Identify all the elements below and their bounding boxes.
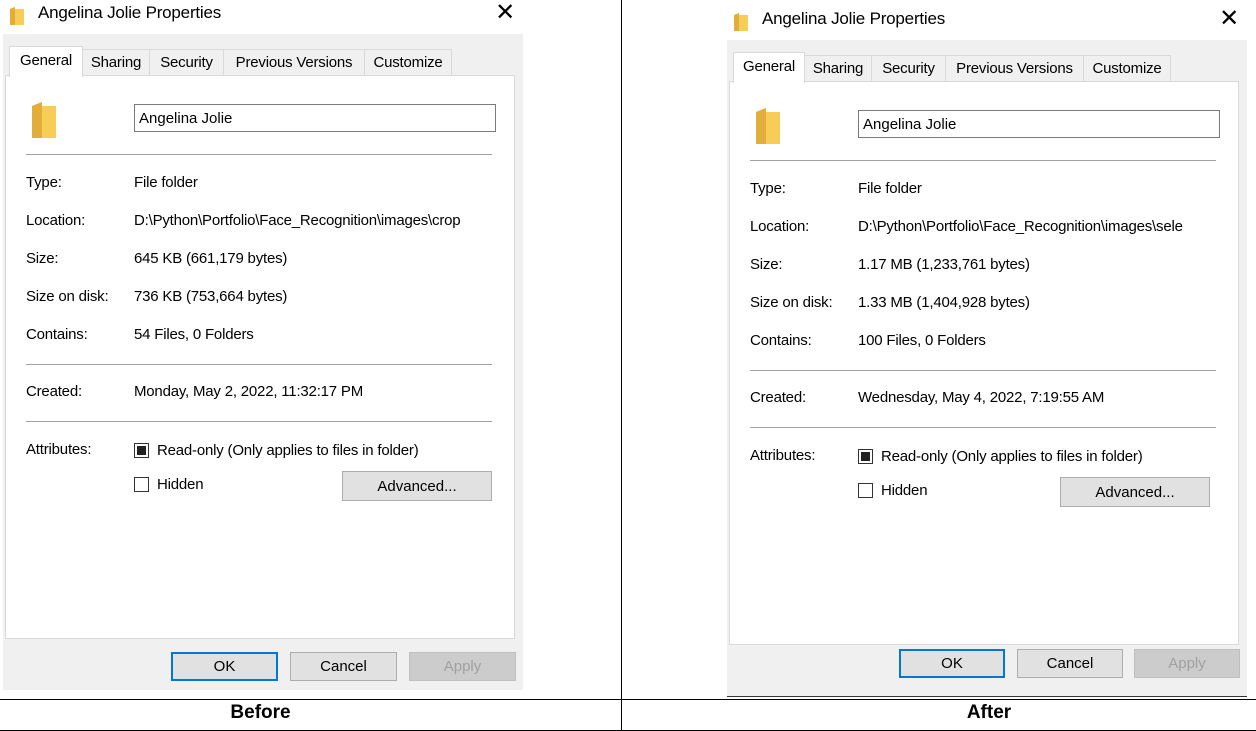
location-label: Location: <box>26 212 86 229</box>
properties-dialog-before: Angelina Jolie Properties ✕ General Shar… <box>3 0 523 690</box>
apply-button[interactable]: Apply <box>1134 649 1240 678</box>
contains-value: 54 Files, 0 Folders <box>134 326 254 343</box>
separator <box>750 160 1216 161</box>
title-bar: Angelina Jolie Properties ✕ <box>3 0 523 34</box>
contains-value: 100 Files, 0 Folders <box>858 332 986 349</box>
location-label: Location: <box>750 218 810 235</box>
dialog-title: Angelina Jolie Properties <box>762 9 946 28</box>
folder-name-input[interactable] <box>858 110 1220 138</box>
size-on-disk-label: Size on disk: <box>26 288 109 305</box>
close-icon[interactable]: ✕ <box>495 0 515 26</box>
cancel-button[interactable]: Cancel <box>1017 649 1123 678</box>
close-icon[interactable]: ✕ <box>1219 6 1239 32</box>
created-label: Created: <box>26 383 82 400</box>
size-label: Size: <box>750 256 783 273</box>
size-value: 1.17 MB (1,233,761 bytes) <box>858 256 1030 273</box>
attributes-label: Attributes: <box>26 441 92 458</box>
readonly-label[interactable]: Read-only (Only applies to files in fold… <box>157 442 419 459</box>
separator <box>750 427 1216 428</box>
general-panel: Type: File folder Location: D:\Python\Po… <box>5 75 515 639</box>
created-value: Wednesday, May 4, 2022, 7:19:55 AM <box>858 389 1105 406</box>
separator <box>750 370 1216 371</box>
tab-sharing[interactable]: Sharing <box>82 49 150 76</box>
contains-label: Contains: <box>750 332 812 349</box>
hidden-label[interactable]: Hidden <box>881 482 928 499</box>
tab-previous-versions[interactable]: Previous Versions <box>945 55 1084 82</box>
separator <box>26 421 492 422</box>
before-caption: Before <box>230 702 291 723</box>
size-on-disk-value: 736 KB (753,664 bytes) <box>134 288 288 305</box>
after-caption: After <box>966 702 1012 723</box>
size-label: Size: <box>26 250 59 267</box>
properties-dialog-after: Angelina Jolie Properties ✕ General Shar… <box>727 6 1247 697</box>
after-pane: Angelina Jolie Properties ✕ General Shar… <box>622 0 1256 700</box>
separator <box>26 364 492 365</box>
separator <box>26 154 492 155</box>
folder-icon <box>30 100 58 144</box>
location-value: D:\Python\Portfolio\Face_Recognition\ima… <box>134 212 461 229</box>
created-label: Created: <box>750 389 806 406</box>
readonly-label[interactable]: Read-only (Only applies to files in fold… <box>881 448 1143 465</box>
tab-general[interactable]: General <box>733 52 805 83</box>
type-label: Type: <box>26 174 62 191</box>
tab-customize[interactable]: Customize <box>1083 55 1171 82</box>
folder-icon <box>733 12 749 36</box>
hidden-checkbox[interactable] <box>134 477 149 492</box>
readonly-checkbox[interactable] <box>858 449 873 464</box>
ok-button[interactable]: OK <box>899 649 1005 678</box>
created-value: Monday, May 2, 2022, 11:32:17 PM <box>134 383 364 400</box>
vertical-divider <box>621 0 622 731</box>
size-on-disk-label: Size on disk: <box>750 294 833 311</box>
readonly-checkbox[interactable] <box>134 443 149 458</box>
folder-icon <box>754 106 782 150</box>
general-panel: Type: File folder Location: D:\Python\Po… <box>729 81 1239 645</box>
size-on-disk-value: 1.33 MB (1,404,928 bytes) <box>858 294 1030 311</box>
tab-sharing[interactable]: Sharing <box>804 55 872 82</box>
tab-security[interactable]: Security <box>871 55 946 82</box>
cancel-button[interactable]: Cancel <box>290 652 397 681</box>
type-value: File folder <box>858 180 922 197</box>
tab-general[interactable]: General <box>9 46 83 77</box>
apply-button[interactable]: Apply <box>409 652 516 681</box>
hidden-checkbox[interactable] <box>858 483 873 498</box>
contains-label: Contains: <box>26 326 88 343</box>
dialog-title: Angelina Jolie Properties <box>38 3 222 22</box>
type-label: Type: <box>750 180 786 197</box>
attributes-label: Attributes: <box>750 447 816 464</box>
tab-security[interactable]: Security <box>149 49 224 76</box>
tab-previous-versions[interactable]: Previous Versions <box>223 49 365 76</box>
ok-button[interactable]: OK <box>171 652 278 681</box>
size-value: 645 KB (661,179 bytes) <box>134 250 288 267</box>
location-value: D:\Python\Portfolio\Face_Recognition\ima… <box>858 218 1183 235</box>
type-value: File folder <box>134 174 198 191</box>
before-pane: Angelina Jolie Properties ✕ General Shar… <box>0 0 621 700</box>
advanced-button[interactable]: Advanced... <box>342 471 492 501</box>
advanced-button[interactable]: Advanced... <box>1060 477 1210 507</box>
folder-name-input[interactable] <box>134 104 496 132</box>
folder-icon <box>9 6 25 30</box>
hidden-label[interactable]: Hidden <box>157 476 204 493</box>
tab-customize[interactable]: Customize <box>364 49 452 76</box>
title-bar: Angelina Jolie Properties ✕ <box>727 6 1247 40</box>
